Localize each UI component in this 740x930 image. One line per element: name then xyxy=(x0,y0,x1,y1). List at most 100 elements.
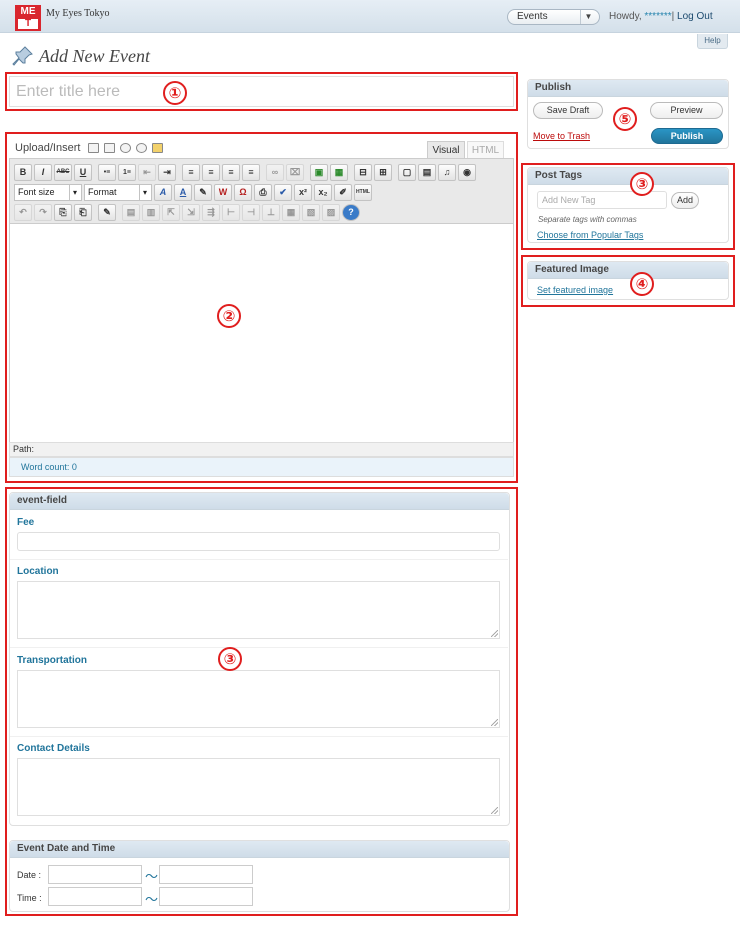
logout-link[interactable]: Log Out xyxy=(677,11,713,22)
undo-button[interactable]: ↶ xyxy=(14,203,32,221)
insert-audio-button[interactable]: ♫ xyxy=(438,163,456,181)
paste-word-button[interactable]: W xyxy=(214,183,232,201)
divider xyxy=(10,559,508,560)
special-char-button[interactable]: Ω xyxy=(234,183,252,201)
text-color-button[interactable]: A xyxy=(174,183,192,201)
date-range-separator: ～ xyxy=(145,869,159,884)
spellcheck-button[interactable]: ✔ xyxy=(274,183,292,201)
font-style-button[interactable]: A xyxy=(154,183,172,201)
justify-button[interactable]: ≡ xyxy=(242,163,260,181)
toolbar-row-2: Font size Format A A ✎ W Ω ⎙ ✔ x² x₂ ✐ H… xyxy=(14,183,372,201)
fee-field[interactable] xyxy=(17,532,500,551)
preview-button[interactable]: Preview xyxy=(650,102,723,119)
word-count: Word count: 0 xyxy=(9,457,514,477)
media-icon[interactable] xyxy=(136,143,147,153)
annotation-1: ① xyxy=(163,81,187,105)
date-start-input[interactable] xyxy=(48,865,142,884)
location-field[interactable] xyxy=(17,581,500,639)
subscript-button[interactable]: x₂ xyxy=(314,183,332,201)
print-button[interactable]: ⎙ xyxy=(254,183,272,201)
insert-box-button[interactable]: ▢ xyxy=(398,163,416,181)
delete-col-button[interactable]: ⊥ xyxy=(262,203,280,221)
delete-row-button[interactable]: ⇶ xyxy=(202,203,220,221)
annotation-3-fields: ③ xyxy=(218,647,242,671)
title-input[interactable]: Enter title here xyxy=(9,76,514,107)
help-button[interactable]: ? xyxy=(342,203,360,221)
strikethrough-button[interactable]: ABC xyxy=(54,163,72,181)
bold-button[interactable]: B xyxy=(14,163,32,181)
media-icons xyxy=(88,143,163,153)
insert-video-button[interactable]: ▦ xyxy=(330,163,348,181)
location-label: Location xyxy=(17,566,59,577)
col-before-button[interactable]: ⊢ xyxy=(222,203,240,221)
more-break-button[interactable]: ⊞ xyxy=(374,163,392,181)
superscript-button[interactable]: x² xyxy=(294,183,312,201)
transportation-label: Transportation xyxy=(17,655,88,666)
bullet-list-button[interactable]: •≡ xyxy=(98,163,116,181)
save-draft-button[interactable]: Save Draft xyxy=(533,102,603,119)
upload-insert-label: Upload/Insert xyxy=(15,142,81,154)
tags-hint: Separate tags with commas xyxy=(538,215,637,224)
annotation-2: ② xyxy=(217,304,241,328)
chevron-down-icon[interactable]: ▼ xyxy=(580,10,596,24)
popular-tags-link[interactable]: Choose from Popular Tags xyxy=(537,230,643,240)
gallery-icon[interactable] xyxy=(152,143,163,153)
numbered-list-button[interactable]: 1≡ xyxy=(118,163,136,181)
video-icon[interactable] xyxy=(104,143,115,153)
paste-button[interactable]: ⎗ xyxy=(74,203,92,221)
site-logo[interactable]: ME T xyxy=(15,5,41,31)
merge-cells-button[interactable]: ▧ xyxy=(302,203,320,221)
row-after-button[interactable]: ⇲ xyxy=(182,203,200,221)
edit-style-button[interactable]: ✎ xyxy=(98,203,116,221)
align-left-button[interactable]: ≡ xyxy=(182,163,200,181)
time-start-input[interactable] xyxy=(48,887,142,906)
transportation-field[interactable] xyxy=(17,670,500,728)
insert-image-button[interactable]: ▣ xyxy=(310,163,328,181)
tab-visual[interactable]: Visual xyxy=(427,141,465,159)
contact-details-field[interactable] xyxy=(17,758,500,816)
publish-button[interactable]: Publish xyxy=(651,128,723,144)
paste-text-button[interactable]: ⎘ xyxy=(54,203,72,221)
date-end-input[interactable] xyxy=(159,865,253,884)
italic-button[interactable]: I xyxy=(34,163,52,181)
html-source-button[interactable]: HTML xyxy=(354,183,372,201)
unlink-button[interactable]: ⌧ xyxy=(286,163,304,181)
outdent-button[interactable]: ⇤ xyxy=(138,163,156,181)
insert-panel-button[interactable]: ▤ xyxy=(418,163,436,181)
favorites-dropdown[interactable]: Events ▼ xyxy=(507,9,600,25)
cell-props-button[interactable]: ▨ xyxy=(322,203,340,221)
insert-table-button[interactable]: ▤ xyxy=(122,203,140,221)
insert-media-button[interactable]: ◉ xyxy=(458,163,476,181)
time-end-input[interactable] xyxy=(159,887,253,906)
format-select[interactable]: Format xyxy=(84,183,152,201)
image-icon[interactable] xyxy=(88,143,99,153)
align-right-button[interactable]: ≡ xyxy=(222,163,240,181)
divider xyxy=(10,736,508,737)
row-before-button[interactable]: ⇱ xyxy=(162,203,180,221)
align-center-button[interactable]: ≡ xyxy=(202,163,220,181)
username-link[interactable]: ******* xyxy=(644,11,671,22)
highlight-button[interactable]: ✎ xyxy=(194,183,212,201)
audio-icon[interactable] xyxy=(120,143,131,153)
site-name-link[interactable]: My Eyes Tokyo xyxy=(46,8,110,19)
indent-button[interactable]: ⇥ xyxy=(158,163,176,181)
tab-html[interactable]: HTML xyxy=(467,141,504,159)
move-to-trash-link[interactable]: Move to Trash xyxy=(533,131,590,141)
redo-button[interactable]: ↷ xyxy=(34,203,52,221)
help-tab[interactable]: Help xyxy=(697,34,728,49)
table-props-button[interactable]: ▥ xyxy=(142,203,160,221)
event-field-title: event-field xyxy=(10,493,509,510)
underline-button[interactable]: U xyxy=(74,163,92,181)
col-after-button[interactable]: ⊣ xyxy=(242,203,260,221)
featured-image-title: Featured Image xyxy=(528,262,728,279)
page-break-button[interactable]: ⊟ xyxy=(354,163,372,181)
font-size-select[interactable]: Font size xyxy=(14,183,82,201)
editor-content-area[interactable] xyxy=(9,224,514,442)
pushpin-icon xyxy=(12,46,33,66)
add-tag-button[interactable]: Add xyxy=(671,192,699,209)
time-range-separator: ～ xyxy=(145,892,159,907)
link-button[interactable]: ∞ xyxy=(266,163,284,181)
clear-format-button[interactable]: ✐ xyxy=(334,183,352,201)
set-featured-image-link[interactable]: Set featured image xyxy=(537,285,613,295)
split-cells-button[interactable]: ▦ xyxy=(282,203,300,221)
